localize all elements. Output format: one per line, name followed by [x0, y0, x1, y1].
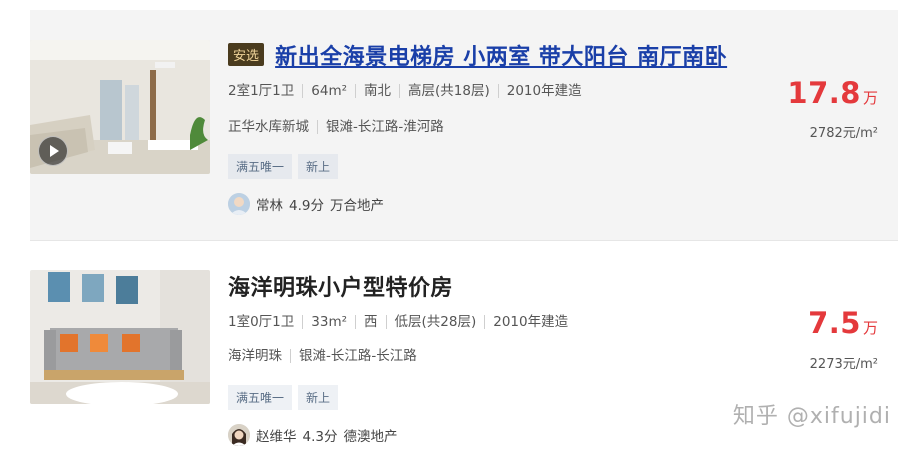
- location: 海洋明珠 银滩-长江路-长江路: [228, 348, 425, 364]
- agent-company: 德澳地产: [343, 429, 398, 445]
- size: 64m²: [302, 84, 355, 98]
- house-info: 2室1厅1卫 64m² 南北 高层(共18层) 2010年建造: [228, 83, 590, 99]
- agent-name[interactable]: 常林: [256, 198, 283, 214]
- price-unit: 万: [862, 89, 878, 107]
- sofa-room-photo: [30, 270, 210, 404]
- total-price: 17.8 万: [787, 76, 878, 110]
- unit-price: 2782元/m²: [809, 126, 878, 141]
- listing-card[interactable]: 安选 新出全海景电梯房 小两室 带大阳台 南厅南卧 2室1厅1卫 64m² 南北 高层…: [30, 10, 898, 240]
- avatar-icon[interactable]: [228, 193, 250, 215]
- price-value: 7.5: [808, 306, 861, 340]
- price-value: 17.8: [787, 76, 861, 110]
- safe-badge: 安选: [228, 43, 265, 66]
- layout: 1室0厅1卫: [228, 314, 295, 330]
- listing-title-row: 安选 新出全海景电梯房 小两室 带大阳台 南厅南卧: [228, 39, 727, 71]
- agent-score: 4.9分: [289, 198, 324, 214]
- area-link[interactable]: 银滩-长江路-淮河路: [317, 120, 452, 134]
- total-price: 7.5 万: [808, 306, 878, 340]
- build-year: 2010年建造: [497, 84, 590, 98]
- feature-tags: 满五唯一 新上: [228, 154, 344, 179]
- tag: 满五唯一: [228, 385, 293, 410]
- play-icon[interactable]: [38, 136, 68, 166]
- watermark: 知乎 @xifujidi: [732, 404, 891, 429]
- orientation: 西: [355, 315, 386, 329]
- listing-photo[interactable]: [30, 40, 210, 174]
- size: 33m²: [302, 315, 355, 329]
- avatar-icon[interactable]: [228, 424, 250, 446]
- listing-photo[interactable]: [30, 270, 210, 404]
- floor: 低层(共28层): [385, 315, 485, 329]
- location: 正华水库新城 银滩-长江路-淮河路: [228, 119, 452, 135]
- tag: 新上: [298, 385, 339, 410]
- unit-price: 2273元/m²: [809, 357, 878, 372]
- build-year: 2010年建造: [484, 315, 576, 329]
- agent-score: 4.3分: [302, 429, 338, 445]
- price-unit: 万: [862, 319, 878, 337]
- orientation: 南北: [355, 84, 399, 98]
- area-link[interactable]: 银滩-长江路-长江路: [290, 349, 425, 363]
- community-link[interactable]: 海洋明珠: [228, 349, 290, 363]
- floor: 高层(共18层): [399, 84, 498, 98]
- agent-name[interactable]: 赵维华: [256, 429, 297, 445]
- house-info: 1室0厅1卫 33m² 西低层(共28层) 2010年建造: [228, 314, 576, 330]
- agent-info[interactable]: 赵维华 4.3分 德澳地产: [228, 424, 403, 446]
- listing-title-link[interactable]: 新出全海景电梯房 小两室 带大阳台 南厅南卧: [275, 45, 727, 70]
- tag: 满五唯一: [228, 154, 293, 179]
- divider: [30, 240, 898, 241]
- listing-title-link[interactable]: 海洋明珠小户型特价房: [228, 276, 453, 301]
- layout: 2室1厅1卫: [228, 83, 295, 99]
- listing-title-row: 海洋明珠小户型特价房: [228, 270, 453, 302]
- community-link[interactable]: 正华水库新城: [228, 120, 317, 134]
- agent-company: 万合地产: [329, 198, 384, 214]
- agent-info[interactable]: 常林 4.9分 万合地产: [228, 193, 390, 215]
- feature-tags: 满五唯一 新上: [228, 385, 344, 410]
- tag: 新上: [298, 154, 339, 179]
